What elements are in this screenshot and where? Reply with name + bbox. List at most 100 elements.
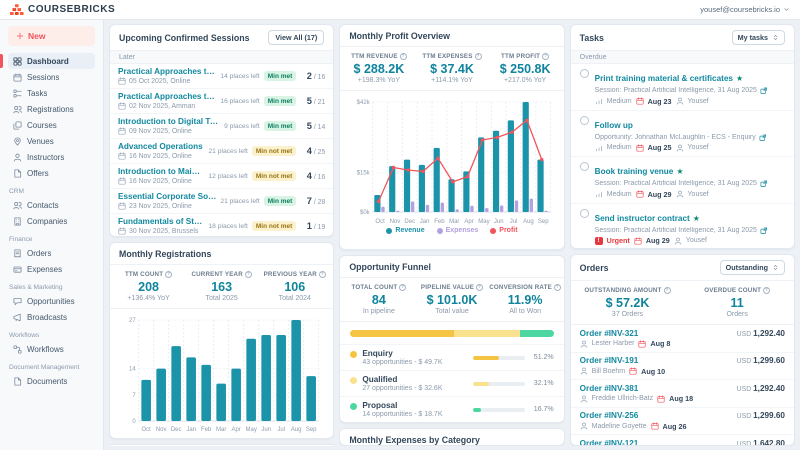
- order-row[interactable]: Order #INV-321USD 1,292.40Lester HarberA…: [571, 325, 794, 353]
- info-icon[interactable]: ?: [476, 284, 483, 291]
- session-link[interactable]: Introduction to Digital Transformation: [118, 117, 220, 126]
- order-row[interactable]: Order #INV-381USD 1,292.40Freddie Ullric…: [571, 380, 794, 408]
- middle-column: Monthly Profit Overview TTM REVENUE? $ 2…: [339, 24, 564, 446]
- session-row[interactable]: Fundamentals of Strategy30 Nov 2025, Bru…: [110, 214, 333, 237]
- sidebar-item-contacts[interactable]: Contacts: [8, 197, 95, 213]
- info-icon[interactable]: ?: [400, 53, 407, 60]
- task-title-link[interactable]: Book training venue: [595, 167, 674, 176]
- info-icon[interactable]: ?: [554, 284, 561, 291]
- task-title-link[interactable]: Send instructor contract: [595, 214, 690, 223]
- order-link[interactable]: Order #INV-381: [580, 384, 639, 393]
- order-link[interactable]: Order #INV-321: [580, 329, 639, 338]
- account-email: yousef@coursebricks.io: [700, 5, 780, 14]
- order-link[interactable]: Order #INV-121: [580, 439, 639, 447]
- sidebar-item-courses[interactable]: Courses: [8, 117, 95, 133]
- session-link[interactable]: Fundamentals of Strategy: [118, 217, 204, 226]
- session-row[interactable]: Introduction to Digital Transformation09…: [110, 114, 333, 139]
- funnel-segment: [454, 330, 519, 337]
- places-left-label: 9 places left: [224, 123, 260, 130]
- session-row[interactable]: Advanced Operations16 Nov 2025, Online21…: [110, 139, 333, 164]
- order-row[interactable]: Order #INV-121USD 1,642.80Tyrone Smitham…: [571, 435, 794, 446]
- legend-expenses[interactable]: Expenses: [437, 227, 479, 234]
- session-row[interactable]: Practical Approaches to Information T...…: [110, 64, 333, 89]
- info-icon[interactable]: ?: [664, 287, 671, 294]
- stage-info: Enquiry43 opportunities - $ 49.7K: [362, 349, 467, 366]
- task-title-link[interactable]: Follow up: [595, 121, 633, 130]
- funnel-stage-row[interactable]: Qualified27 opportunities - $ 32.6K32.1%: [340, 370, 563, 396]
- sidebar-item-venues[interactable]: Venues: [8, 133, 95, 149]
- info-icon[interactable]: ?: [475, 53, 482, 60]
- session-link[interactable]: Essential Corporate Social Responsibili.…: [118, 192, 216, 201]
- monthly-profit-panel: Monthly Profit Overview TTM REVENUE? $ 2…: [339, 24, 564, 250]
- info-icon[interactable]: ?: [542, 53, 549, 60]
- tasks-filter-select[interactable]: My tasks: [732, 30, 785, 45]
- external-link-icon[interactable]: [759, 134, 767, 142]
- info-icon[interactable]: ?: [319, 271, 326, 278]
- sidebar-item-sessions[interactable]: Sessions: [8, 69, 95, 85]
- legend-profit[interactable]: Profit: [490, 227, 517, 234]
- session-link[interactable]: Practical Approaches to Research and ...: [118, 92, 216, 101]
- stage-progress-track: [473, 382, 525, 386]
- orders-panel: Orders Outstanding OUTSTANDING AMOUNT? $…: [570, 254, 795, 446]
- order-meta: Lester HarberAug 8: [580, 339, 785, 348]
- task-row[interactable]: Send instructor contract★Session: Practi…: [571, 204, 794, 250]
- sidebar-item-registrations[interactable]: Registrations: [8, 101, 95, 117]
- session-info: Practical Approaches to Information T...…: [118, 67, 216, 85]
- task-row[interactable]: Book training venue★Session: Practical A…: [571, 157, 794, 204]
- sidebar-item-broadcasts[interactable]: Broadcasts: [8, 309, 95, 325]
- session-row[interactable]: Introduction to Maintenance16 Nov 2025, …: [110, 164, 333, 189]
- calendar-icon: [634, 237, 642, 245]
- orders-list: Order #INV-321USD 1,292.40Lester HarberA…: [571, 325, 794, 446]
- task-checkbox[interactable]: [580, 209, 589, 218]
- account-menu[interactable]: yousef@coursebricks.io: [700, 5, 790, 14]
- sidebar-item-expenses[interactable]: Expenses: [8, 261, 95, 277]
- order-row[interactable]: Order #INV-191USD 1,299.60Bill BoehmAug …: [571, 353, 794, 381]
- places-left-label: 18 places left: [208, 223, 247, 230]
- sidebar-item-offers[interactable]: Offers: [8, 165, 95, 181]
- funnel-segment: [350, 330, 454, 337]
- task-row[interactable]: Follow upOpportunity: Johnathan McLaughl…: [571, 111, 794, 158]
- orders-filter-select[interactable]: Outstanding: [720, 260, 785, 275]
- info-icon[interactable]: ?: [763, 287, 770, 294]
- sidebar-item-tasks[interactable]: Tasks: [8, 85, 95, 101]
- session-row[interactable]: Practical Approaches to Research and ...…: [110, 89, 333, 114]
- info-icon[interactable]: ?: [245, 271, 252, 278]
- external-link-icon[interactable]: [760, 227, 768, 235]
- order-meta: Freddie Ullrich-BatzAug 18: [580, 394, 785, 403]
- svg-text:0: 0: [132, 419, 136, 425]
- order-row[interactable]: Order #INV-256USD 1,299.60Madeline Goyet…: [571, 408, 794, 436]
- task-checkbox[interactable]: [580, 69, 589, 78]
- kpi-previous-year: PREVIOUS YEAR? 106 Total 2024: [258, 271, 331, 302]
- view-all-button[interactable]: View All (17): [268, 30, 324, 45]
- order-link[interactable]: Order #INV-191: [580, 356, 639, 365]
- sidebar-item-dashboard[interactable]: Dashboard: [8, 53, 95, 69]
- funnel-stage-row[interactable]: Enquiry43 opportunities - $ 49.7K51.2%: [340, 344, 563, 370]
- document-icon: [13, 377, 22, 386]
- info-icon[interactable]: ?: [399, 284, 406, 291]
- sidebar-item-orders[interactable]: Orders: [8, 245, 95, 261]
- task-checkbox[interactable]: [580, 162, 589, 171]
- calendar-icon: [636, 97, 644, 105]
- info-icon[interactable]: ?: [165, 271, 172, 278]
- task-title-link[interactable]: Print training material & certificates: [595, 74, 733, 83]
- sidebar-item-companies[interactable]: Companies: [8, 213, 95, 229]
- session-link[interactable]: Introduction to Maintenance: [118, 167, 204, 176]
- sidebar-item-workflows[interactable]: Workflows: [8, 341, 95, 357]
- new-button[interactable]: New: [8, 26, 95, 46]
- min-status-badge: Min met: [264, 96, 297, 106]
- external-link-icon[interactable]: [760, 180, 768, 188]
- external-link-icon[interactable]: [760, 87, 768, 95]
- brand-logo[interactable]: COURSEBRICKS: [10, 4, 115, 16]
- funnel-stage-row[interactable]: Proposal14 opportunities - $ 18.7K16.7%: [340, 396, 563, 422]
- session-link[interactable]: Advanced Operations: [118, 142, 204, 151]
- calendar-icon: [651, 422, 659, 430]
- sidebar-item-instructors[interactable]: Instructors: [8, 149, 95, 165]
- task-row[interactable]: Print training material & certificates★S…: [571, 64, 794, 111]
- order-link[interactable]: Order #INV-256: [580, 411, 639, 420]
- task-checkbox[interactable]: [580, 116, 589, 125]
- session-link[interactable]: Practical Approaches to Information T...: [118, 67, 216, 76]
- session-row[interactable]: Essential Corporate Social Responsibili.…: [110, 189, 333, 214]
- sidebar-item-documents[interactable]: Documents: [8, 373, 95, 389]
- sidebar-item-opportunities[interactable]: Opportunities: [8, 293, 95, 309]
- legend-revenue[interactable]: Revenue: [386, 227, 424, 234]
